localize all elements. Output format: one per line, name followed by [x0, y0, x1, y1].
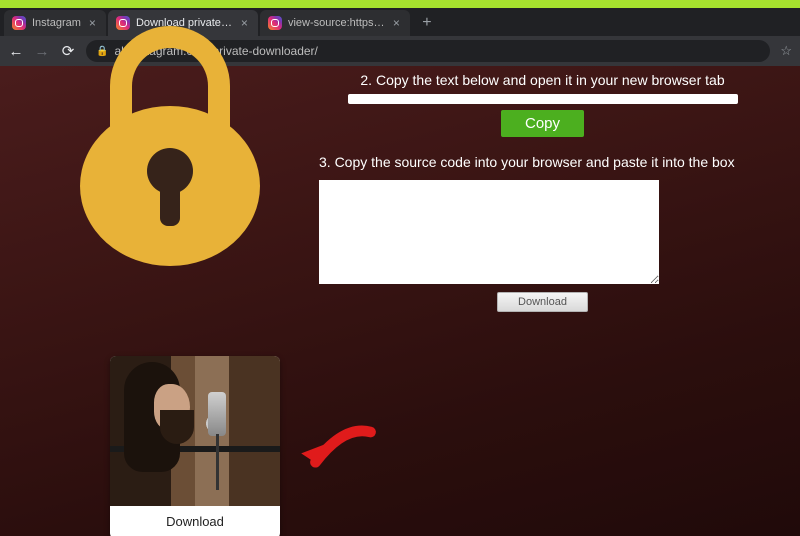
close-icon[interactable]: × — [89, 16, 96, 30]
page-content: 2. Copy the text below and open it in yo… — [0, 66, 800, 536]
tab-instagram[interactable]: Instagram × — [4, 10, 106, 36]
tab-title: view-source:https://www.instagr — [288, 17, 385, 29]
window-top-accent — [0, 0, 800, 8]
forward-icon[interactable]: → — [34, 43, 50, 60]
result-card: Download — [110, 356, 280, 536]
result-download-button[interactable]: Download — [110, 506, 280, 536]
new-tab-button[interactable]: + — [416, 12, 438, 34]
source-code-textarea[interactable] — [319, 180, 659, 284]
step-2: 2. Copy the text below and open it in yo… — [325, 72, 760, 137]
tab-view-source[interactable]: view-source:https://www.instagr × — [260, 10, 410, 36]
lock-icon: 🔒 — [96, 46, 108, 57]
download-button[interactable]: Download — [497, 292, 588, 312]
close-icon[interactable]: × — [393, 16, 400, 30]
instagram-icon — [116, 16, 130, 30]
annotation-arrow-icon — [290, 416, 380, 501]
instagram-icon — [12, 16, 26, 30]
bookmark-icon[interactable]: ☆ — [780, 43, 792, 59]
video-thumbnail[interactable] — [110, 356, 280, 506]
instagram-icon — [268, 16, 282, 30]
tab-strip: Instagram × Download private instagram v… — [0, 8, 800, 36]
step-3: 3. Copy the source code into your browse… — [315, 154, 770, 312]
step-3-label: 3. Copy the source code into your browse… — [319, 154, 770, 170]
step-2-text-field[interactable] — [348, 94, 738, 104]
close-icon[interactable]: × — [241, 16, 248, 30]
back-icon[interactable]: ← — [8, 43, 24, 60]
step-2-label: 2. Copy the text below and open it in yo… — [325, 72, 760, 88]
reload-icon[interactable]: ⟳ — [60, 42, 76, 60]
copy-button[interactable]: Copy — [501, 110, 584, 137]
tab-title: Instagram — [32, 17, 81, 29]
